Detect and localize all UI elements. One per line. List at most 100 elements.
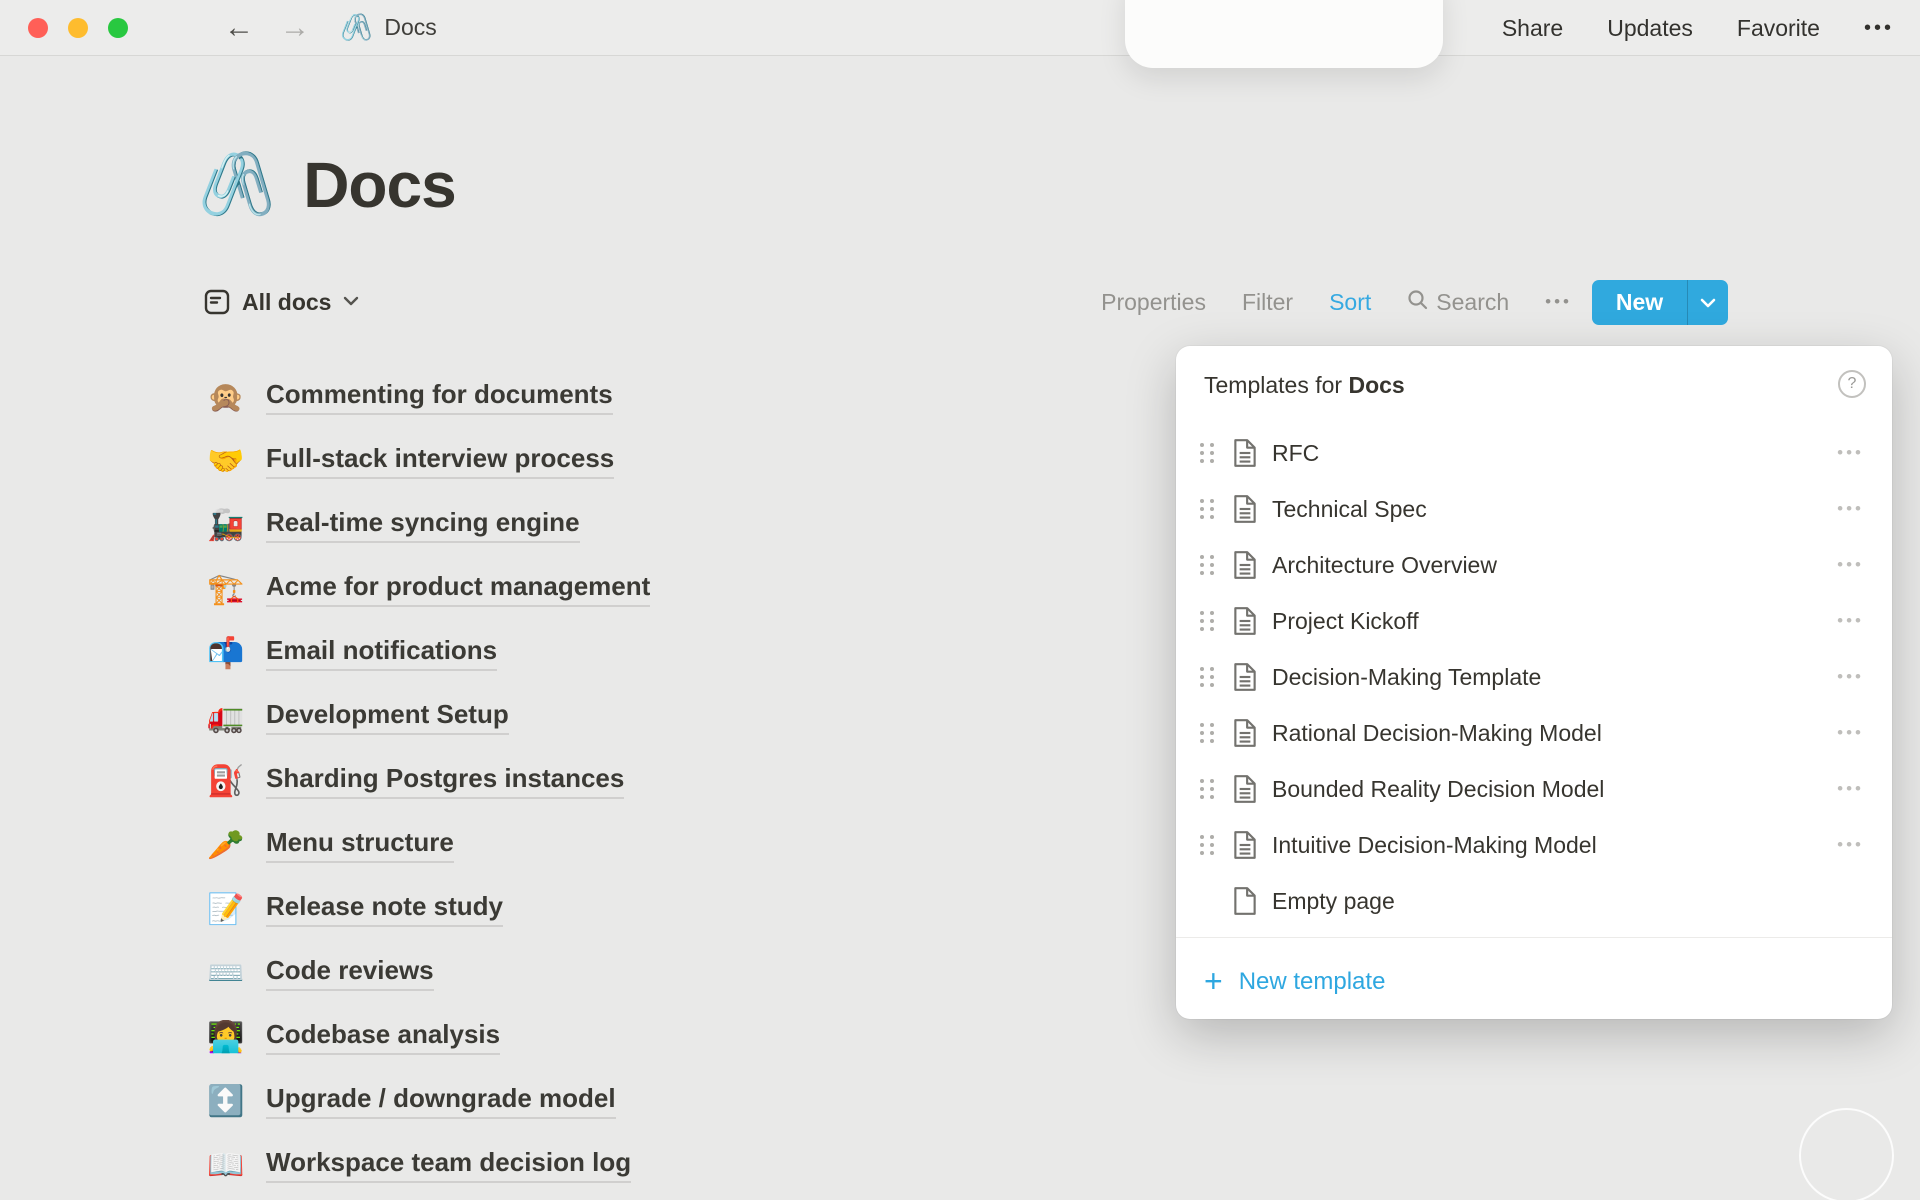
doc-row[interactable]: ⛽Sharding Postgres instances bbox=[204, 749, 650, 813]
template-more-icon[interactable]: ••• bbox=[1837, 443, 1864, 463]
doc-title[interactable]: Sharding Postgres instances bbox=[266, 763, 624, 799]
properties-button[interactable]: Properties bbox=[1101, 289, 1206, 316]
template-label[interactable]: Decision-Making Template bbox=[1272, 664, 1541, 691]
drag-handle-icon[interactable] bbox=[1200, 723, 1214, 743]
search-icon bbox=[1407, 289, 1428, 316]
doc-title[interactable]: Real-time syncing engine bbox=[266, 507, 580, 543]
doc-row[interactable]: 📝Release note study bbox=[204, 877, 650, 941]
template-row[interactable]: Rational Decision-Making Model ••• bbox=[1176, 705, 1892, 761]
doc-title[interactable]: Acme for product management bbox=[266, 571, 650, 607]
document-icon bbox=[1232, 718, 1258, 748]
help-icon[interactable]: ? bbox=[1838, 370, 1866, 398]
doc-title[interactable]: Menu structure bbox=[266, 827, 454, 863]
view-more-icon[interactable]: ••• bbox=[1545, 292, 1572, 312]
doc-title[interactable]: Release note study bbox=[266, 891, 503, 927]
template-row[interactable]: Decision-Making Template ••• bbox=[1176, 649, 1892, 705]
doc-row[interactable]: 🥕 Menu structure bbox=[204, 813, 650, 877]
view-switcher[interactable]: All docs bbox=[204, 279, 359, 325]
drag-handle-icon[interactable] bbox=[1200, 555, 1214, 575]
new-button-label[interactable]: New bbox=[1592, 280, 1687, 325]
doc-row[interactable]: 🚛 Development Setup bbox=[204, 685, 650, 749]
updates-button[interactable]: Updates bbox=[1607, 15, 1693, 42]
doc-emoji: 🚛 bbox=[204, 700, 248, 735]
template-label[interactable]: Intuitive Decision-Making Model bbox=[1272, 832, 1597, 859]
document-icon bbox=[1232, 606, 1258, 636]
doc-row[interactable]: 📬Email notifications bbox=[204, 621, 650, 685]
doc-title[interactable]: Codebase analysis bbox=[266, 1019, 500, 1055]
share-button[interactable]: Share bbox=[1502, 15, 1563, 42]
template-more-icon[interactable]: ••• bbox=[1837, 723, 1864, 743]
drag-handle-icon[interactable] bbox=[1200, 779, 1214, 799]
template-row[interactable]: RFC ••• bbox=[1176, 425, 1892, 481]
popup-divider bbox=[1176, 937, 1892, 938]
sidebar-menu-icon[interactable] bbox=[162, 16, 198, 39]
empty-page-row[interactable]: Empty page bbox=[1176, 873, 1892, 929]
doc-emoji: 🙊 bbox=[204, 380, 248, 415]
doc-row[interactable]: ⌨️Code reviews bbox=[204, 941, 650, 1005]
sort-button[interactable]: Sort bbox=[1329, 289, 1371, 316]
template-label[interactable]: Technical Spec bbox=[1272, 496, 1427, 523]
doc-list: 🙊 Commenting for documents 🤝 Full-stack in… bbox=[204, 365, 650, 1197]
minimize-button[interactable] bbox=[68, 18, 88, 38]
template-label[interactable]: Project Kickoff bbox=[1272, 608, 1419, 635]
doc-row[interactable]: 👩‍💻Codebase analysis bbox=[204, 1005, 650, 1069]
list-view-icon bbox=[204, 289, 230, 315]
template-more-icon[interactable]: ••• bbox=[1837, 667, 1864, 687]
drag-handle-icon[interactable] bbox=[1200, 835, 1214, 855]
drag-handle-icon[interactable] bbox=[1200, 667, 1214, 687]
template-label[interactable]: Rational Decision-Making Model bbox=[1272, 720, 1602, 747]
close-button[interactable] bbox=[28, 18, 48, 38]
new-dropdown-chevron-icon[interactable] bbox=[1688, 280, 1728, 325]
doc-emoji: 🥕 bbox=[204, 828, 248, 863]
filter-button[interactable]: Filter bbox=[1242, 289, 1293, 316]
doc-row[interactable]: 🤝 Full-stack interview process bbox=[204, 429, 650, 493]
template-more-icon[interactable]: ••• bbox=[1837, 779, 1864, 799]
doc-row[interactable]: 📖 Workspace team decision log bbox=[204, 1133, 650, 1197]
empty-page-label[interactable]: Empty page bbox=[1272, 888, 1395, 915]
template-row[interactable]: Bounded Reality Decision Model ••• bbox=[1176, 761, 1892, 817]
template-more-icon[interactable]: ••• bbox=[1837, 835, 1864, 855]
search-button[interactable]: Search bbox=[1407, 289, 1509, 316]
doc-row[interactable]: ↕️Upgrade / downgrade model bbox=[204, 1069, 650, 1133]
new-template-label[interactable]: New template bbox=[1239, 968, 1386, 996]
doc-title[interactable]: Email notifications bbox=[266, 635, 497, 671]
more-menu-icon[interactable]: ••• bbox=[1864, 17, 1894, 40]
plus-icon: + bbox=[1204, 965, 1223, 997]
template-row[interactable]: Architecture Overview ••• bbox=[1176, 537, 1892, 593]
forward-button[interactable]: → bbox=[280, 13, 310, 43]
template-more-icon[interactable]: ••• bbox=[1837, 555, 1864, 575]
back-button[interactable]: ← bbox=[224, 13, 254, 43]
template-label[interactable]: RFC bbox=[1272, 440, 1319, 467]
view-label: All docs bbox=[242, 289, 331, 316]
doc-emoji: 📖 bbox=[204, 1148, 248, 1183]
doc-title[interactable]: Full-stack interview process bbox=[266, 443, 614, 479]
drag-handle-icon[interactable] bbox=[1200, 443, 1214, 463]
doc-row[interactable]: 🏗️ Acme for product management bbox=[204, 557, 650, 621]
doc-emoji: 🏗️ bbox=[204, 572, 248, 607]
template-row[interactable]: Project Kickoff ••• bbox=[1176, 593, 1892, 649]
doc-emoji: 🤝 bbox=[204, 444, 248, 479]
template-row[interactable]: Intuitive Decision-Making Model ••• bbox=[1176, 817, 1892, 873]
view-bar: All docs Properties Filter Sort Search •… bbox=[0, 279, 1920, 325]
zoom-button[interactable] bbox=[108, 18, 128, 38]
template-row[interactable]: Technical Spec ••• bbox=[1176, 481, 1892, 537]
template-more-icon[interactable]: ••• bbox=[1837, 611, 1864, 631]
doc-title[interactable]: Development Setup bbox=[266, 699, 509, 735]
doc-row[interactable]: 🚂Real-time syncing engine bbox=[204, 493, 650, 557]
template-label[interactable]: Architecture Overview bbox=[1272, 552, 1497, 579]
new-button[interactable]: New bbox=[1592, 280, 1728, 325]
templates-popup: Templates for Docs ? RFC ••• Technical S… bbox=[1176, 346, 1892, 1019]
doc-title[interactable]: Code reviews bbox=[266, 955, 434, 991]
template-more-icon[interactable]: ••• bbox=[1837, 499, 1864, 519]
drag-handle-icon[interactable] bbox=[1200, 499, 1214, 519]
new-template-button[interactable]: + New template bbox=[1204, 960, 1385, 1004]
favorite-button[interactable]: Favorite bbox=[1737, 15, 1820, 42]
drag-handle-icon[interactable] bbox=[1200, 611, 1214, 631]
doc-title[interactable]: Upgrade / downgrade model bbox=[266, 1083, 616, 1119]
template-label[interactable]: Bounded Reality Decision Model bbox=[1272, 776, 1604, 803]
empty-page-icon bbox=[1232, 886, 1258, 916]
page-icon[interactable]: 🖇️ bbox=[198, 154, 275, 216]
doc-title[interactable]: Workspace team decision log bbox=[266, 1147, 631, 1183]
doc-row[interactable]: 🙊 Commenting for documents bbox=[204, 365, 650, 429]
doc-title[interactable]: Commenting for documents bbox=[266, 379, 613, 415]
